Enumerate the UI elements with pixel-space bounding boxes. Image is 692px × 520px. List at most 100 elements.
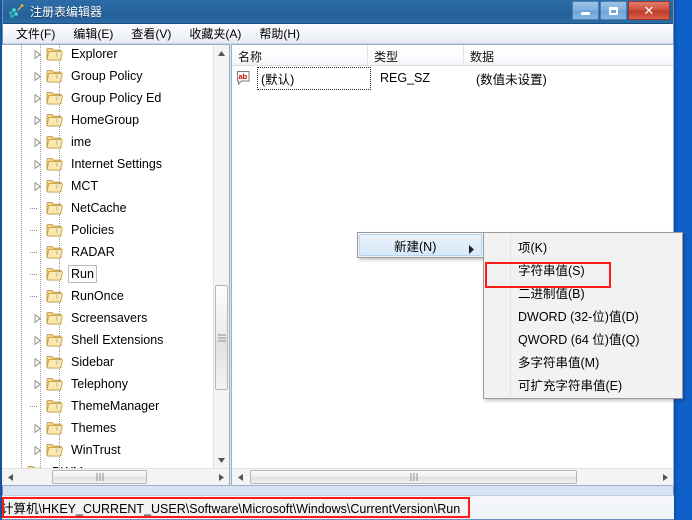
window-controls: ✕ [572, 1, 670, 20]
maximize-icon [609, 6, 618, 15]
tree-item-label: MCT [71, 179, 99, 193]
expand-arrow-icon[interactable] [30, 109, 46, 131]
expand-arrow-icon[interactable] [30, 175, 46, 197]
tree-item-netcache[interactable]: NetCache [2, 197, 213, 219]
tree-item-radar[interactable]: RADAR [2, 241, 213, 263]
tree-item-label: Internet Settings [71, 157, 163, 171]
tree-item-label: RADAR [71, 245, 115, 259]
regedit-icon [8, 3, 24, 20]
expand-arrow-icon[interactable] [30, 351, 46, 373]
expand-arrow-icon[interactable] [30, 307, 46, 329]
submenu-item-1[interactable]: 字符串值(S) [484, 258, 682, 281]
status-bar: 计算机\HKEY_CURRENT_USER\Software\Microsoft… [2, 495, 674, 519]
context-menu: 新建(N) [357, 232, 484, 258]
tree-connector [30, 395, 40, 417]
column-header-type[interactable]: 类型 [368, 45, 464, 66]
list-horizontal-scrollbar[interactable] [232, 468, 673, 485]
tree-item-label: Group Policy Ed [71, 91, 162, 105]
expand-arrow-icon[interactable] [30, 439, 46, 461]
menu-edit[interactable]: 编辑(E) [64, 23, 122, 44]
value-name-cell[interactable]: (默认) [257, 66, 371, 90]
column-header-name[interactable]: 名称 [232, 45, 368, 66]
folder-icon [46, 222, 64, 238]
tree-item-policies[interactable]: Policies [2, 219, 213, 241]
tree-item-group-policy[interactable]: Group Policy [2, 65, 213, 87]
folder-icon [46, 156, 64, 172]
tree-item-runonce[interactable]: RunOnce [2, 285, 213, 307]
folder-icon [46, 288, 64, 304]
tree-item-label: RunOnce [71, 289, 124, 303]
tree-item-dwm[interactable]: DWM [2, 461, 213, 468]
registry-tree[interactable]: Explorer Group Policy Group Policy Ed HomeG… [2, 45, 213, 468]
tree-item-telephony[interactable]: Telephony [2, 373, 213, 395]
tree-item-label: Group Policy [71, 69, 143, 83]
submenu-item-4[interactable]: QWORD (64 位)值(Q) [484, 327, 682, 350]
expand-arrow-icon[interactable] [30, 45, 46, 65]
tree-scroll-up-button[interactable] [214, 45, 229, 61]
context-menu-item-new[interactable]: 新建(N) [359, 234, 482, 256]
list-scroll-right-button[interactable] [657, 469, 673, 485]
submenu-item-5[interactable]: 多字符串值(M) [484, 350, 682, 373]
tree-scroll-right-button[interactable] [213, 469, 229, 485]
close-button[interactable]: ✕ [628, 1, 670, 20]
menu-file[interactable]: 文件(F) [7, 23, 64, 44]
tree-item-label: Shell Extensions [71, 333, 164, 347]
tree-item-wintrust[interactable]: WinTrust [2, 439, 213, 461]
expand-arrow-icon[interactable] [30, 417, 46, 439]
menu-help[interactable]: 帮助(H) [250, 23, 309, 44]
column-header-data[interactable]: 数据 [464, 45, 673, 66]
tree-item-ime[interactable]: ime [2, 131, 213, 153]
tree-vertical-scroll-thumb[interactable] [215, 285, 228, 390]
tree-item-group-policy-ed[interactable]: Group Policy Ed [2, 87, 213, 109]
menu-bar: 文件(F) 编辑(E) 查看(V) 收藏夹(A) 帮助(H) [3, 24, 673, 44]
tree-connector [30, 197, 40, 219]
tree-horizontal-scrollbar[interactable] [2, 468, 229, 485]
list-scroll-left-button[interactable] [232, 469, 248, 485]
tree-item-homegroup[interactable]: HomeGroup [2, 109, 213, 131]
tree-item-internet-settings[interactable]: Internet Settings [2, 153, 213, 175]
tree-scroll-down-button[interactable] [214, 452, 229, 468]
folder-icon [46, 68, 64, 84]
tree-item-screensavers[interactable]: Screensavers [2, 307, 213, 329]
expand-arrow-icon[interactable] [30, 65, 46, 87]
menu-favorites[interactable]: 收藏夹(A) [180, 23, 250, 44]
minimize-icon [581, 12, 590, 15]
expand-arrow-icon[interactable] [30, 373, 46, 395]
submenu-item-2[interactable]: 二进制值(B) [484, 281, 682, 304]
tree-item-shell-extensions[interactable]: Shell Extensions [2, 329, 213, 351]
tree-connector [30, 219, 40, 241]
tree-scroll-left-button[interactable] [2, 469, 18, 485]
tree-item-themes[interactable]: Themes [2, 417, 213, 439]
tree-item-explorer[interactable]: Explorer [2, 45, 213, 65]
tree-item-run[interactable]: Run [2, 263, 213, 285]
tree-item-label: Policies [71, 223, 115, 237]
tree-item-thememanager[interactable]: ThemeManager [2, 395, 213, 417]
folder-icon [46, 420, 64, 436]
tree-item-mct[interactable]: MCT [2, 175, 213, 197]
tree-item-sidebar[interactable]: Sidebar [2, 351, 213, 373]
table-row[interactable]: ab (默认) REG_SZ (数值未设置) [232, 66, 673, 90]
submenu-item-label: 字符串值(S) [518, 264, 585, 278]
context-menu-item-label: 新建(N) [394, 239, 437, 254]
folder-icon [46, 398, 64, 414]
submenu-item-label: DWORD (32-位)值(D) [518, 310, 639, 324]
tree-horizontal-scroll-thumb[interactable] [52, 470, 147, 484]
submenu-item-6[interactable]: 可扩充字符串值(E) [484, 373, 682, 396]
menu-view[interactable]: 查看(V) [122, 23, 180, 44]
submenu-item-0[interactable]: 项(K) [484, 235, 682, 258]
tree-item-label: Telephony [71, 377, 128, 391]
list-horizontal-scroll-thumb[interactable] [250, 470, 577, 484]
maximize-button[interactable] [600, 1, 627, 20]
folder-icon [46, 310, 64, 326]
tree-item-label: ThemeManager [71, 399, 160, 413]
folder-icon [46, 354, 64, 370]
submenu-item-3[interactable]: DWORD (32-位)值(D) [484, 304, 682, 327]
expand-arrow-icon[interactable] [30, 131, 46, 153]
expand-arrow-icon[interactable] [30, 87, 46, 109]
folder-icon [46, 178, 64, 194]
tree-vertical-scrollbar[interactable] [213, 45, 229, 468]
expand-arrow-icon[interactable] [30, 329, 46, 351]
expand-arrow-icon[interactable] [30, 153, 46, 175]
minimize-button[interactable] [572, 1, 599, 20]
tree-connector [30, 263, 40, 285]
